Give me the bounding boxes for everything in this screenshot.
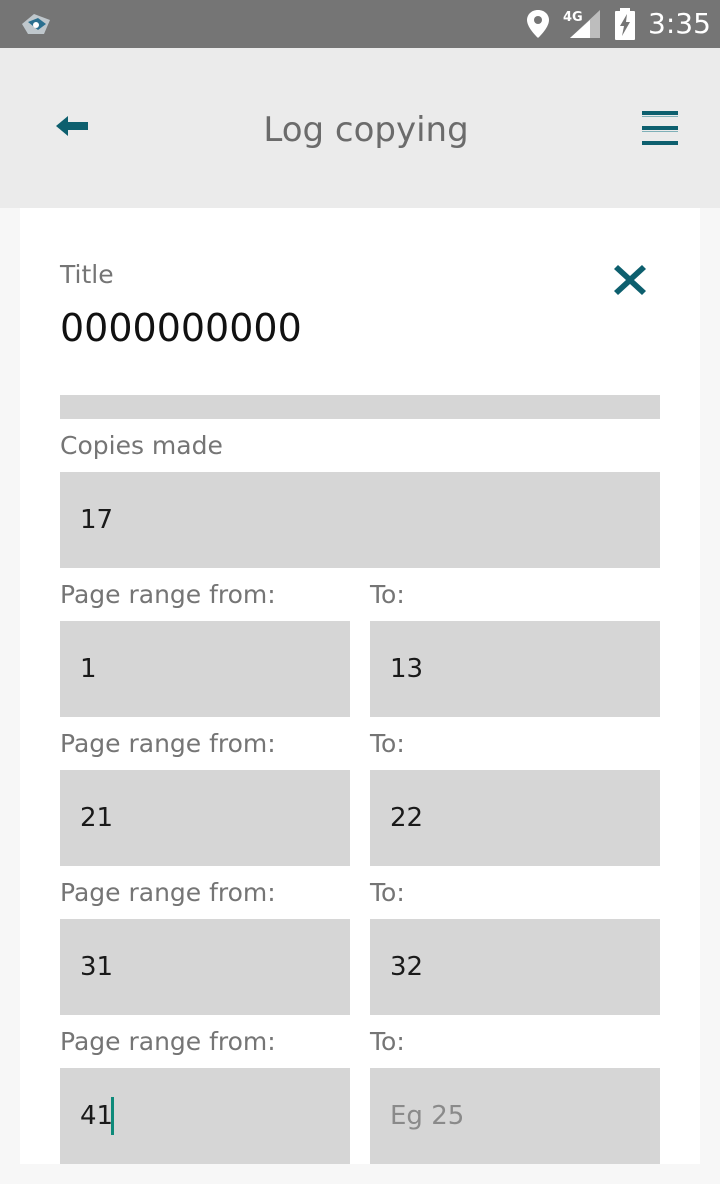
range-to-input[interactable] (370, 770, 660, 866)
range-from-input[interactable] (60, 1068, 350, 1164)
page-range-from-label: Page range from: (60, 729, 276, 758)
battery-charging-icon (615, 8, 635, 40)
close-icon[interactable] (612, 262, 648, 298)
log-copying-form: Title 0000000000 Copies made Page range … (20, 208, 700, 1164)
title-value: 0000000000 (60, 306, 302, 350)
text-cursor (111, 1097, 114, 1135)
range-to-input[interactable] (370, 1068, 660, 1164)
hamburger-menu-icon[interactable] (640, 108, 680, 148)
page-range-to-label: To: (370, 729, 405, 758)
range-to-input[interactable] (370, 919, 660, 1015)
copies-made-field[interactable] (60, 472, 660, 568)
page-range-to-label: To: (370, 878, 405, 907)
status-bar: 4G 3:35 (0, 0, 720, 48)
range-from-field[interactable] (60, 770, 350, 866)
page-range-to-label: To: (370, 580, 405, 609)
app-header: Log copying (0, 48, 720, 208)
app-logo-icon (22, 14, 50, 34)
clock-time: 3:35 (648, 7, 711, 40)
divider-bar (60, 395, 660, 419)
page-range-from-label: Page range from: (60, 878, 276, 907)
range-to-field[interactable] (370, 919, 660, 1015)
copies-made-label: Copies made (60, 431, 223, 460)
range-from-field[interactable] (60, 621, 350, 717)
range-to-field[interactable] (370, 1068, 660, 1164)
range-from-input[interactable] (60, 919, 350, 1015)
location-icon (527, 10, 549, 38)
page-range-from-label: Page range from: (60, 1027, 276, 1056)
range-to-input[interactable] (370, 621, 660, 717)
range-from-input[interactable] (60, 621, 350, 717)
range-from-input[interactable] (60, 770, 350, 866)
signal-icon (570, 10, 600, 38)
range-to-field[interactable] (370, 621, 660, 717)
range-from-field-active[interactable] (60, 1068, 350, 1164)
page-range-from-label: Page range from: (60, 580, 276, 609)
copies-made-input[interactable] (60, 472, 660, 568)
page-title: Log copying (263, 110, 469, 150)
page-range-to-label: To: (370, 1027, 405, 1056)
range-from-field[interactable] (60, 919, 350, 1015)
range-to-field[interactable] (370, 770, 660, 866)
title-label: Title (60, 260, 114, 289)
